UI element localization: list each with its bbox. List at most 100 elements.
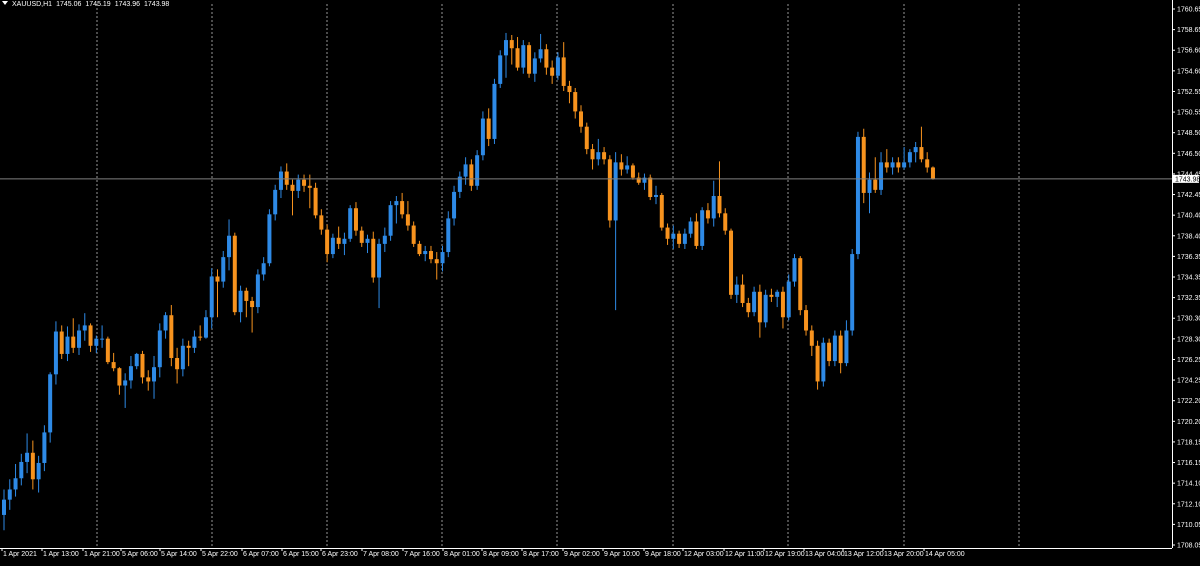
candle-body: [105, 338, 110, 363]
candle-body: [809, 330, 814, 346]
candle-body: [19, 461, 24, 479]
candle: [821, 337, 826, 387]
time-tick-label: 13 Apr 04:00: [805, 551, 845, 558]
candles: [2, 32, 935, 531]
candle-body: [907, 152, 912, 163]
candle: [913, 141, 918, 163]
time-tick-label: 6 Apr 15:00: [283, 551, 319, 558]
candle-body: [244, 290, 249, 301]
candle-body: [290, 184, 295, 191]
price-tick-label: 1760.65: [1177, 7, 1200, 14]
candle: [400, 192, 405, 219]
candle-body: [607, 159, 612, 221]
price-tick-label: 1732.35: [1177, 295, 1200, 302]
candle: [775, 289, 780, 308]
candle: [36, 455, 41, 493]
candle: [480, 111, 485, 161]
candle: [665, 223, 670, 245]
time-tick-label: 9 Apr 02:00: [564, 551, 600, 558]
candle-body: [13, 478, 18, 490]
candle: [175, 347, 180, 384]
candle: [267, 209, 272, 267]
candle-body: [786, 281, 791, 318]
candle-body: [873, 179, 878, 190]
candle-body: [625, 165, 630, 170]
candle: [123, 373, 128, 408]
candle-body: [752, 291, 757, 313]
candle-body: [527, 45, 532, 74]
candle-body: [579, 111, 583, 127]
candle: [873, 157, 878, 193]
candle: [365, 234, 370, 254]
candle: [596, 138, 601, 166]
price-tick-label: 1730.30: [1177, 316, 1200, 323]
candle-body: [775, 291, 780, 297]
candle-body: [111, 362, 116, 369]
candle: [607, 155, 612, 228]
candle-body: [665, 227, 670, 239]
candle: [844, 320, 849, 367]
chart[interactable]: 1760.65 1758.65 1756.60 1754.60 1752.55 1750.…: [0, 0, 1200, 561]
dropdown-triangle-icon[interactable]: [2, 1, 8, 5]
price-tick-label: 1748.50: [1177, 130, 1200, 137]
chart-canvas[interactable]: 1760.65 1758.65 1756.60 1754.60 1752.55 1750.…: [0, 0, 1200, 561]
candle-body: [567, 85, 572, 93]
candle: [590, 144, 595, 170]
candle-body: [405, 214, 410, 226]
candle: [452, 185, 457, 226]
candle-body: [440, 252, 445, 264]
candle-body: [169, 315, 174, 359]
candle-body: [267, 214, 272, 264]
candle: [336, 226, 341, 249]
candle-body: [59, 331, 64, 354]
candle: [798, 256, 803, 316]
candle-body: [855, 136, 860, 255]
candle-body: [53, 331, 58, 375]
candle-body: [163, 315, 168, 331]
candle: [157, 323, 162, 378]
candle: [861, 128, 866, 204]
candle: [146, 370, 151, 391]
candle: [411, 221, 416, 247]
candle: [809, 325, 814, 356]
candle-body: [815, 345, 820, 382]
candle: [503, 32, 508, 78]
candle: [423, 245, 428, 262]
candle-body: [313, 187, 318, 216]
candle-body: [804, 310, 809, 331]
candle: [117, 367, 122, 395]
candle: [111, 352, 116, 372]
candle: [792, 254, 797, 287]
candle: [152, 355, 157, 399]
candle: [428, 245, 433, 264]
candle: [561, 42, 566, 92]
candle-body: [740, 284, 745, 303]
candle-body: [319, 215, 324, 230]
time-tick-label: 5 Apr 14:00: [161, 551, 197, 558]
candle-body: [890, 162, 895, 168]
candle-body: [7, 489, 12, 500]
candle: [902, 147, 907, 170]
time-tick-label: 13 Apr 12:00: [844, 551, 884, 558]
candle: [642, 173, 647, 190]
candle: [371, 231, 376, 283]
candle: [440, 245, 445, 272]
candle-body: [596, 152, 601, 160]
candle-body: [278, 171, 283, 190]
candle-body: [221, 257, 226, 282]
candle: [850, 248, 855, 336]
candle: [163, 312, 168, 339]
candle: [250, 296, 255, 333]
candle-body: [255, 274, 260, 308]
time-tick-label: 9 Apr 10:00: [604, 551, 640, 558]
candle: [88, 323, 93, 352]
candle: [832, 330, 837, 367]
time-tick-label: 7 Apr 16:00: [404, 551, 440, 558]
candle: [734, 276, 739, 303]
candle-body: [377, 243, 382, 278]
candle: [221, 251, 226, 288]
candle: [896, 157, 901, 173]
candle: [930, 166, 935, 180]
candle: [382, 227, 387, 253]
candle: [769, 288, 774, 302]
